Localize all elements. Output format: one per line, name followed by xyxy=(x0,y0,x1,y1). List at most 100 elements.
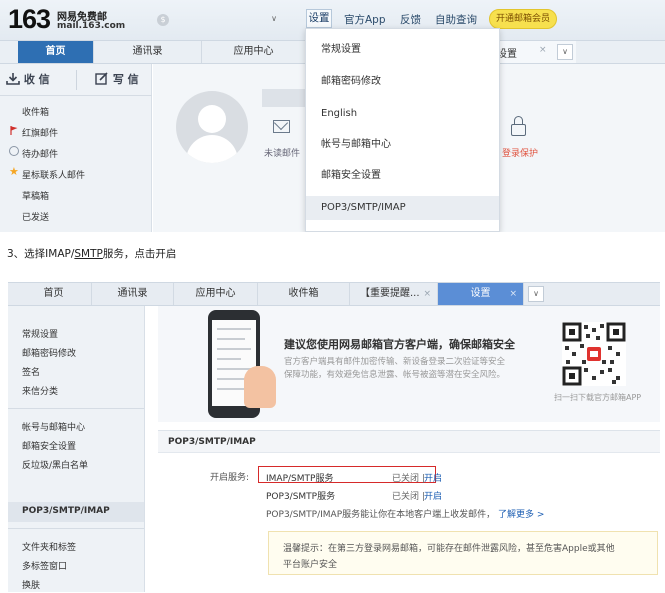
sidebar-item-account-center[interactable]: 帐号与邮箱中心 xyxy=(22,420,85,433)
receive-label: 收 信 xyxy=(23,73,50,86)
username-placeholder xyxy=(262,89,307,107)
sidebar-item-starred[interactable]: ★ 星标联系人邮件 xyxy=(9,166,86,181)
sidebar-item-security[interactable]: 邮箱安全设置 xyxy=(22,439,76,452)
hand-illustration xyxy=(244,366,276,408)
write-label: 写 信 xyxy=(112,73,139,86)
sidebar-item-label: 待办邮件 xyxy=(22,150,59,160)
sidebar-item-general[interactable]: 常规设置 xyxy=(22,327,58,340)
learn-more-link[interactable]: 了解更多 > xyxy=(498,510,544,520)
tab-home[interactable]: 首页 xyxy=(18,41,94,63)
sidebar-divider xyxy=(8,528,144,529)
tab-inbox[interactable]: 收件箱 xyxy=(258,283,350,305)
receive-icon xyxy=(6,73,20,85)
tab-home[interactable]: 首页 xyxy=(16,283,92,305)
caption-suffix: 服务，点击开启 xyxy=(102,248,177,260)
tab-bar: 首页 通讯录 应用中心 收件箱 【重要提醒... × 设置 × ∨ xyxy=(8,282,660,306)
menu-item-english[interactable]: English xyxy=(306,102,499,126)
lock-icon[interactable] xyxy=(511,116,526,136)
mail-icon[interactable] xyxy=(273,120,290,133)
banner-title: 建议您使用网易邮箱官方客户端，确保邮箱安全 xyxy=(284,338,515,351)
tip-line: 温馨提示：在第三方登录网易邮箱，可能存在邮件泄露风险，甚至危害Apple或其他 xyxy=(283,544,615,554)
login-protect-label[interactable]: 登录保护 xyxy=(502,146,538,159)
tab-settings-label: 设置 xyxy=(497,49,517,60)
menu-item-pop3-smtp-imap[interactable]: POP3/SMTP/IMAP xyxy=(306,196,499,220)
caption-smtp: SMTP xyxy=(74,248,103,260)
chevron-down-icon[interactable]: ∨ xyxy=(557,44,573,60)
account-selector[interactable]: $ ∨ xyxy=(153,10,285,29)
sidebar-divider xyxy=(8,408,144,409)
compose-divider xyxy=(76,70,77,90)
service-description: POP3/SMTP/IMAP服务能让你在本地客户端上收发邮件， 了解更多 > xyxy=(266,507,544,520)
sidebar-item-antispam[interactable]: 反垃圾/黑白名单 xyxy=(22,458,88,471)
mail-screenshot-top: 163 网易免费邮 mail.163.com $ ∨ 设置 官方App 反馈 自… xyxy=(0,0,665,232)
enable-service-label: 开启服务: xyxy=(210,473,250,483)
sidebar-item-todo[interactable]: 待办邮件 xyxy=(9,146,59,160)
self-service-link[interactable]: 自助查询 xyxy=(435,12,477,27)
chevron-down-icon[interactable]: ∨ xyxy=(528,286,544,302)
clock-icon xyxy=(9,146,19,156)
close-icon[interactable]: × xyxy=(423,283,431,305)
section-title: POP3/SMTP/IMAP xyxy=(168,437,256,447)
menu-item-security[interactable]: 邮箱安全设置 xyxy=(306,164,499,188)
sidebar-item-folders[interactable]: 文件夹和标签 xyxy=(22,540,76,553)
menu-item-password[interactable]: 邮箱密码修改 xyxy=(306,70,499,94)
receive-button[interactable]: 收 信 xyxy=(6,70,50,90)
sidebar-item-multitab[interactable]: 多标签窗口 xyxy=(22,559,67,572)
pop3-enable-link[interactable]: 开启 xyxy=(424,489,442,502)
qr-code-label: 扫一扫下载官方邮箱APP xyxy=(554,393,642,402)
close-icon[interactable]: × xyxy=(539,45,547,55)
sidebar-item-password[interactable]: 邮箱密码修改 xyxy=(22,346,76,359)
tab-settings[interactable]: 设置 × xyxy=(438,283,524,305)
sidebar-divider xyxy=(0,95,152,96)
sidebar-item-signature[interactable]: 签名 xyxy=(22,365,40,378)
banner-subtitle-line: 官方客户端具有邮件加密传输、新设备登录二次验证等安全 xyxy=(284,357,506,367)
caption-prefix: 3、选择IMAP/ xyxy=(7,248,75,260)
close-icon[interactable]: × xyxy=(509,283,517,305)
pop3-service-status: 已关闭 | xyxy=(392,492,425,502)
write-button[interactable]: 写 信 xyxy=(95,70,139,90)
chevron-down-icon: ∨ xyxy=(271,14,277,23)
service-description-text: POP3/SMTP/IMAP服务能让你在本地客户端上收发邮件， xyxy=(266,510,496,520)
logo-163[interactable]: 163 xyxy=(8,5,51,33)
menu-item-account-center[interactable]: 帐号与邮箱中心 xyxy=(306,133,499,157)
settings-sidebar: 常规设置 邮箱密码修改 签名 来信分类 帐号与邮箱中心 邮箱安全设置 反垃圾/黑… xyxy=(8,306,145,592)
settings-dropdown: 常规设置 邮箱密码修改 English 帐号与邮箱中心 邮箱安全设置 POP3/… xyxy=(305,28,500,232)
sidebar-item-filters[interactable]: 来信分类 xyxy=(22,384,58,397)
settings-link[interactable]: 设置 xyxy=(306,9,332,28)
sidebar-item-sent[interactable]: 已发送 xyxy=(22,210,49,223)
sidebar-item-pop3-smtp-imap[interactable]: POP3/SMTP/IMAP xyxy=(22,506,110,516)
star-icon: ★ xyxy=(9,165,19,178)
sidebar-item-flagged[interactable]: 红旗邮件 xyxy=(10,126,59,139)
imap-enable-link[interactable]: 开启 xyxy=(424,471,442,484)
vip-button[interactable]: 开通邮箱会员 xyxy=(489,9,557,29)
sidebar-item-inbox[interactable]: 收件箱 xyxy=(22,105,49,118)
imap-service-status: 已关闭 | xyxy=(392,474,425,484)
tab-alert[interactable]: 【重要提醒... × xyxy=(350,283,438,305)
tab-settings-label: 设置 xyxy=(470,288,491,299)
flag-icon xyxy=(10,126,18,135)
banner-subtitle-line: 保障功能，有效避免信息泄露、帐号被盗等潜在安全风险。 xyxy=(284,370,506,380)
app-link[interactable]: 官方App xyxy=(344,12,386,27)
tab-apps[interactable]: 应用中心 xyxy=(174,283,258,305)
sidebar: 收 信 写 信 收件箱 红旗邮件 待办邮件 ★ 星标联系人邮件 草稿箱 已发送 xyxy=(0,64,152,232)
sidebar-item-skin[interactable]: 换肤 xyxy=(22,578,40,591)
tip-line: 平台账户安全 xyxy=(283,560,338,570)
coin-icon: $ xyxy=(157,14,169,26)
feedback-link[interactable]: 反馈 xyxy=(400,12,421,27)
qr-code-icon[interactable] xyxy=(562,322,626,386)
step-caption: 3、选择IMAP/SMTP服务，点击开启 xyxy=(7,246,176,261)
avatar[interactable] xyxy=(176,91,248,163)
sidebar-item-label: 星标联系人邮件 xyxy=(22,171,86,181)
pop3-service-name: POP3/SMTP服务 xyxy=(266,492,336,502)
sidebar-item-drafts[interactable]: 草稿箱 xyxy=(22,189,49,202)
tab-alert-label: 【重要提醒... xyxy=(360,288,420,299)
tab-contacts[interactable]: 通讯录 xyxy=(94,41,202,63)
tab-apps[interactable]: 应用中心 xyxy=(202,41,306,63)
unread-mail-label[interactable]: 未读邮件 xyxy=(264,146,300,159)
tab-contacts[interactable]: 通讯录 xyxy=(92,283,174,305)
banner-subtitle: 官方客户端具有邮件加密传输、新设备登录二次验证等安全 保障功能，有效避免信息泄露… xyxy=(284,356,514,382)
sidebar-item-label: 红旗邮件 xyxy=(22,129,59,139)
imap-service-name: IMAP/SMTP服务 xyxy=(266,474,334,484)
mail-screenshot-settings: 首页 通讯录 应用中心 收件箱 【重要提醒... × 设置 × ∨ 常规设置 邮… xyxy=(8,278,660,592)
menu-item-general[interactable]: 常规设置 xyxy=(306,38,499,62)
